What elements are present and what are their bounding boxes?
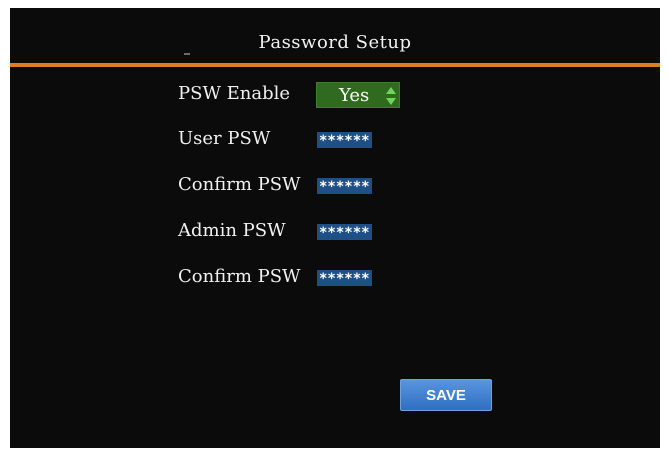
admin-psw-row: Admin PSW ****** — [10, 217, 660, 247]
psw-enable-value: Yes — [339, 85, 370, 106]
title-mark — [184, 53, 190, 55]
user-psw-field[interactable]: ****** — [317, 132, 372, 148]
psw-enable-row: PSW Enable Yes — [10, 80, 660, 110]
user-psw-label: User PSW — [178, 128, 271, 149]
psw-enable-select[interactable]: Yes — [316, 82, 400, 108]
header-divider — [10, 63, 660, 67]
psw-enable-label: PSW Enable — [178, 83, 291, 104]
admin-psw-label: Admin PSW — [178, 220, 286, 241]
up-down-arrows-icon[interactable] — [385, 86, 397, 106]
admin-confirm-psw-label: Confirm PSW — [178, 266, 301, 287]
admin-psw-field[interactable]: ****** — [317, 224, 372, 240]
admin-confirm-psw-field[interactable]: ****** — [317, 270, 372, 286]
user-confirm-psw-label: Confirm PSW — [178, 174, 301, 195]
user-confirm-psw-row: Confirm PSW ****** — [10, 171, 660, 201]
password-setup-screen: Password Setup PSW Enable Yes User PSW *… — [10, 8, 660, 448]
user-confirm-psw-field[interactable]: ****** — [317, 178, 372, 194]
admin-confirm-psw-row: Confirm PSW ****** — [10, 263, 660, 293]
user-psw-row: User PSW ****** — [10, 125, 660, 155]
save-button[interactable]: SAVE — [400, 379, 492, 411]
page-title: Password Setup — [258, 32, 412, 53]
